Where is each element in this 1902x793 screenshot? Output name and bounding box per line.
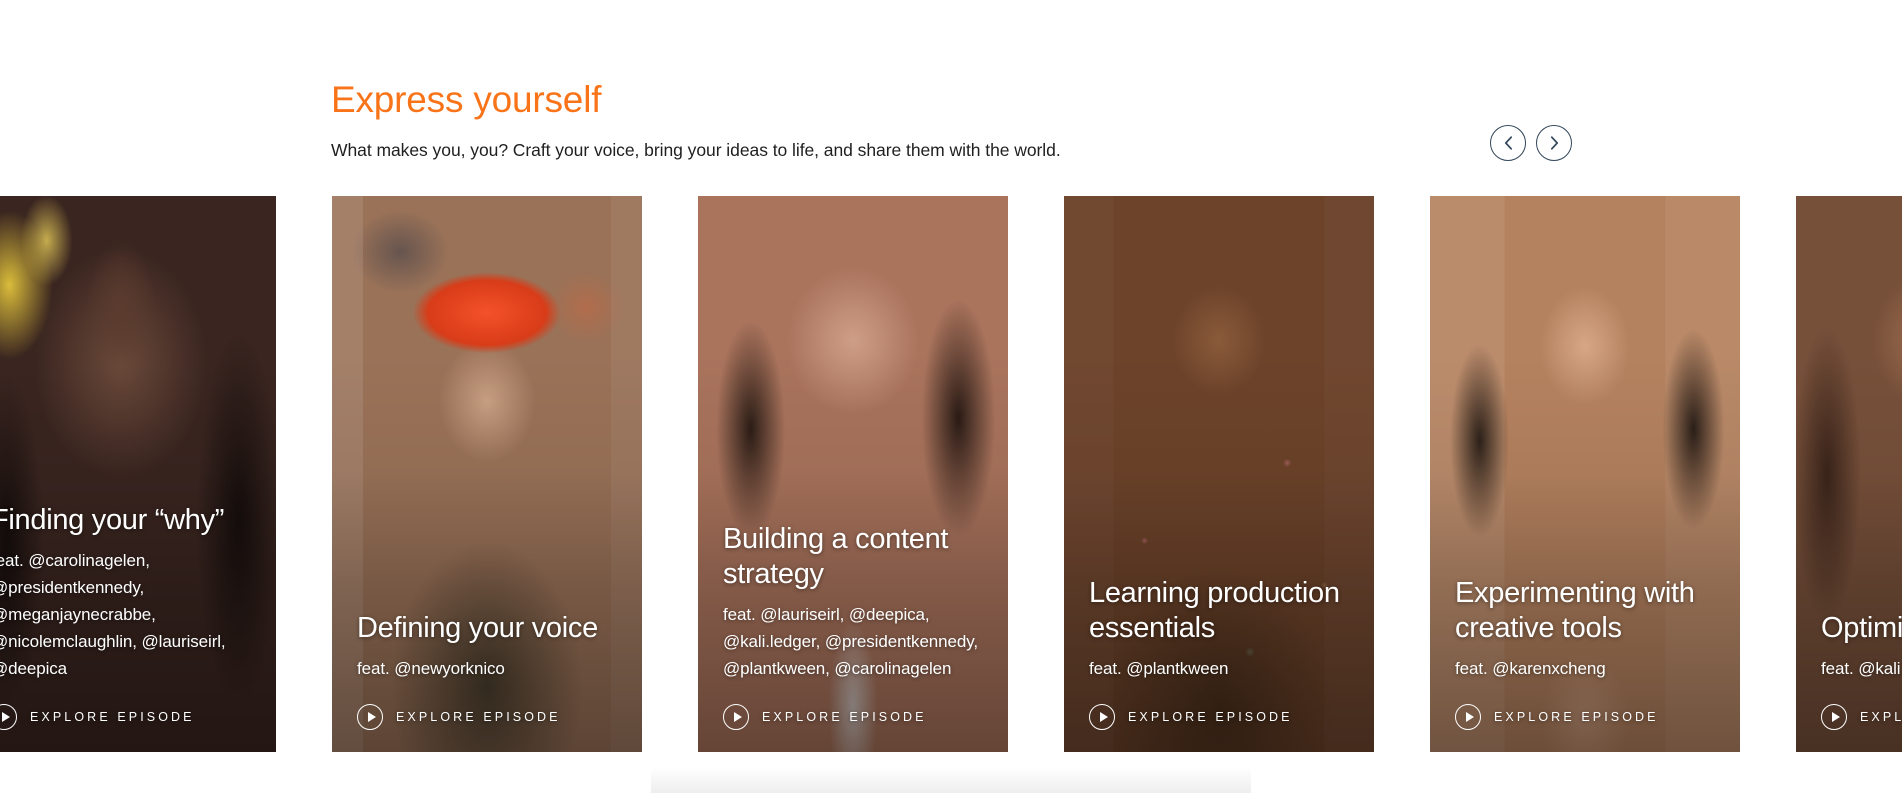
explore-episode-link[interactable]: EXPLORE EPISODE — [1089, 704, 1356, 730]
play-icon — [1089, 704, 1115, 730]
explore-episode-label: EXPLORE EPISODE — [1128, 710, 1293, 724]
explore-episode-label: EXPLORE EPISODE — [396, 710, 561, 724]
episode-card[interactable]: Experimenting with creative tools feat. … — [1430, 196, 1740, 752]
play-icon — [357, 704, 383, 730]
section-header: Express yourself What makes you, you? Cr… — [331, 78, 1571, 168]
chevron-right-icon — [1550, 136, 1559, 150]
episode-card[interactable]: Learning production essentials feat. @pl… — [1064, 196, 1374, 752]
card-featuring: feat. @kali.ledger — [1821, 659, 1902, 678]
carousel-page: Express yourself What makes you, you? Cr… — [0, 0, 1902, 793]
play-icon — [1821, 704, 1847, 730]
episode-card[interactable]: Optimizing content feat. @kali.ledger EX… — [1796, 196, 1902, 752]
explore-episode-link[interactable]: EXPLORE EPISODE — [0, 704, 258, 730]
card-featuring: feat. @carolinagelen, @presidentkennedy,… — [0, 551, 226, 678]
card-featuring: feat. @newyorknico — [357, 659, 505, 678]
card-title: Experimenting with creative tools — [1455, 577, 1695, 644]
carousel-nav — [1490, 125, 1572, 161]
card-body: Optimizing content feat. @kali.ledger EX… — [1821, 611, 1902, 730]
card-title: Learning production essentials — [1089, 577, 1340, 644]
card-body: Experimenting with creative tools feat. … — [1455, 576, 1722, 730]
card-body: Learning production essentials feat. @pl… — [1089, 576, 1356, 730]
carousel-prev-button[interactable] — [1490, 125, 1526, 161]
next-section-peek — [651, 767, 1251, 793]
card-title: Defining your voice — [357, 612, 598, 644]
card-body: Finding your “why” feat. @carolinagelen,… — [0, 503, 258, 730]
card-title: Optimizing content — [1821, 612, 1902, 644]
carousel-next-button[interactable] — [1536, 125, 1572, 161]
explore-episode-label: EXPLORE EPISODE — [30, 710, 195, 724]
episode-card[interactable]: Finding your “why” feat. @carolinagelen,… — [0, 196, 276, 752]
episode-card[interactable]: Building a content strategy feat. @lauri… — [698, 196, 1008, 752]
card-title: Finding your “why” — [0, 504, 225, 536]
explore-episode-link[interactable]: EXPLORE EPISODE — [1821, 704, 1902, 730]
card-body: Defining your voice feat. @newyorknico E… — [357, 611, 624, 730]
play-icon — [1455, 704, 1481, 730]
play-icon — [723, 704, 749, 730]
card-body: Building a content strategy feat. @lauri… — [723, 522, 990, 730]
card-featuring: feat. @lauriseirl, @deepica, @kali.ledge… — [723, 605, 978, 678]
card-featuring: feat. @karenxcheng — [1455, 659, 1606, 678]
section-title: Express yourself — [331, 79, 602, 120]
explore-episode-label: EXPLORE EPISODE — [762, 710, 927, 724]
episode-card[interactable]: Defining your voice feat. @newyorknico E… — [332, 196, 642, 752]
play-icon — [0, 704, 17, 730]
section-subtitle: What makes you, you? Craft your voice, b… — [331, 140, 1061, 160]
explore-episode-label: EXPLORE EPISODE — [1494, 710, 1659, 724]
explore-episode-label: EXPLORE EPISODE — [1860, 710, 1902, 724]
explore-episode-link[interactable]: EXPLORE EPISODE — [357, 704, 624, 730]
card-featuring: feat. @plantkween — [1089, 659, 1229, 678]
explore-episode-link[interactable]: EXPLORE EPISODE — [723, 704, 990, 730]
card-title: Building a content strategy — [723, 523, 949, 590]
explore-episode-link[interactable]: EXPLORE EPISODE — [1455, 704, 1722, 730]
carousel-track[interactable]: Finding your “why” feat. @carolinagelen,… — [0, 196, 1902, 752]
chevron-left-icon — [1504, 136, 1513, 150]
